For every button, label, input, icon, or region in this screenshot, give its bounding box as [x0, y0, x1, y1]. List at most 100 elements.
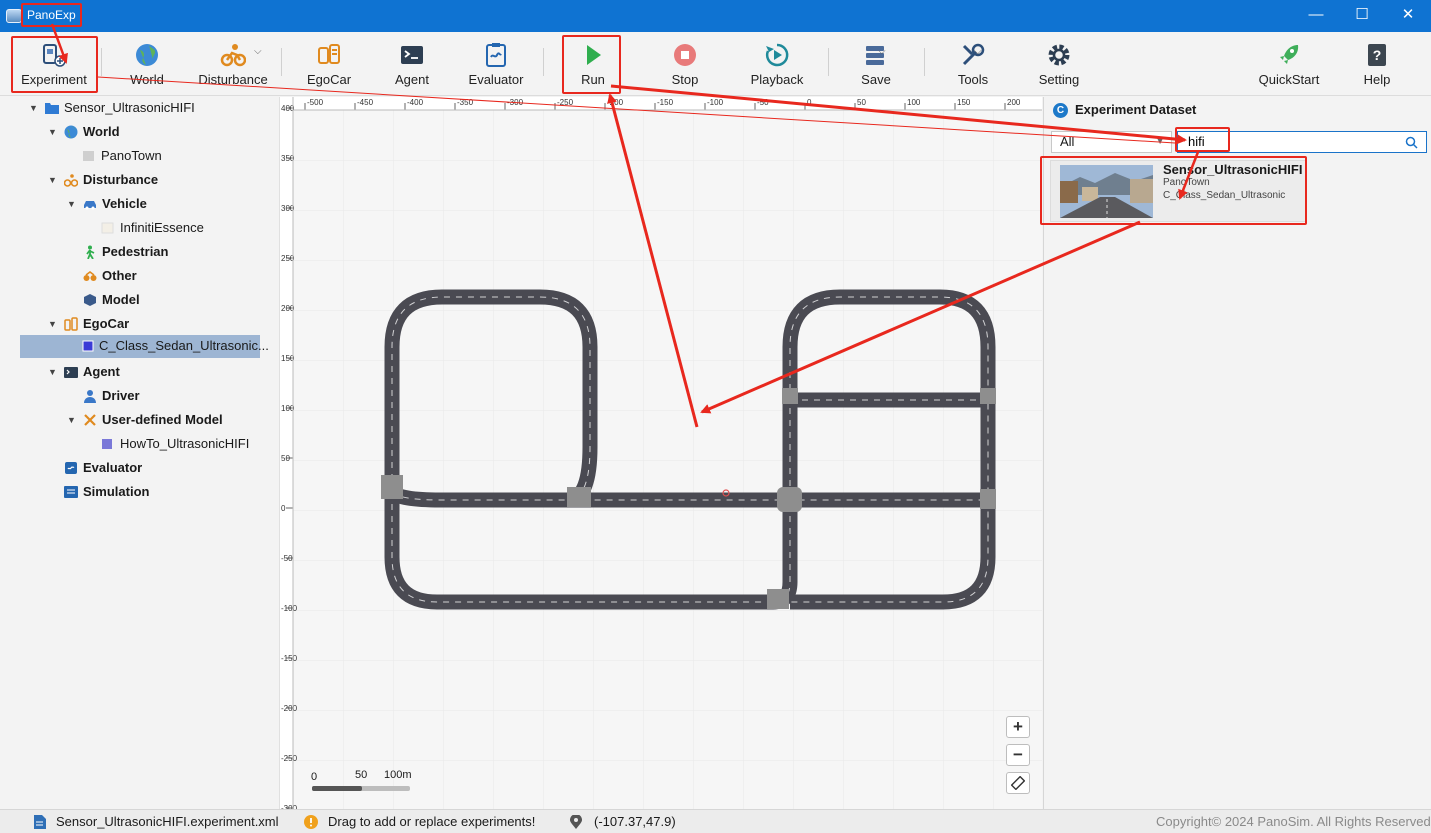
experiment-tree: ▼ Sensor_UltrasonicHIFI ▼ World PanoTown… [0, 97, 278, 809]
other-icon [83, 271, 97, 281]
tools-button[interactable]: ⌵ Tools [940, 32, 1006, 96]
svg-text:?: ? [1373, 47, 1382, 63]
window-title: PanoExp [27, 8, 76, 22]
egocar-icon [64, 317, 78, 331]
egocar-icon [318, 44, 340, 64]
road-main-horizontal [386, 486, 988, 508]
refresh-icon[interactable]: C [1053, 103, 1068, 118]
ruler-x-label: -500 [307, 98, 324, 107]
warning-icon [304, 815, 318, 829]
run-button[interactable]: Run [564, 32, 622, 96]
ruler-x-label: 200 [1007, 98, 1021, 107]
experiment-thumbnail [1060, 165, 1153, 218]
title-bar: PanoExp — ☐ ✕ [0, 0, 1431, 32]
agent-button[interactable]: Agent [377, 32, 447, 96]
disturbance-button[interactable]: ⌵ Disturbance [192, 32, 274, 96]
ruler-x-label: -200 [607, 98, 624, 107]
playback-button[interactable]: Playback [744, 32, 810, 96]
ruler-y-label: -150 [281, 654, 298, 663]
category-filter[interactable]: All ▼ [1051, 131, 1172, 153]
ruler-x-label: -50 [757, 98, 769, 107]
experiment-dataset-panel: C Experiment Dataset All ▼ Sensor_Ultras… [1043, 97, 1431, 809]
play-icon [587, 45, 601, 65]
scale-bar [312, 786, 410, 791]
grid [293, 110, 1042, 809]
status-bar: Sensor_UltrasonicHIFI.experiment.xml Dra… [0, 809, 1431, 833]
dataset-card[interactable]: Sensor_UltrasonicHIFI PanoTown C_Class_S… [1050, 160, 1306, 222]
ruler-y-label: -50 [281, 554, 293, 563]
ruler-y-label: 0 [281, 504, 286, 513]
scale-label-0: 0 [311, 771, 318, 783]
ruler-x-label: -100 [707, 98, 724, 107]
collapse-icon[interactable]: ▼ [29, 97, 41, 119]
chevron-down-icon: ⌵ [974, 46, 982, 57]
search-field[interactable] [1177, 131, 1427, 153]
junction [381, 475, 403, 499]
help-icon: ? [1368, 44, 1386, 66]
model-color-icon [102, 439, 112, 449]
search-input[interactable] [1188, 132, 1388, 151]
status-file: Sensor_UltrasonicHIFI.experiment.xml [56, 814, 279, 829]
collapse-icon[interactable]: ▼ [48, 169, 60, 191]
collapse-icon[interactable]: ▼ [48, 121, 60, 143]
experiment-button[interactable]: Experiment [14, 32, 94, 96]
maximize-button[interactable]: ☐ [1339, 0, 1385, 32]
map-icon [83, 151, 94, 161]
experiment-icon [43, 44, 66, 67]
ruler-x-label: 50 [857, 98, 866, 107]
search-icon[interactable] [1405, 136, 1418, 149]
zoom-out-button[interactable]: − [1006, 744, 1030, 766]
minimize-button[interactable]: — [1293, 0, 1339, 32]
junction [980, 489, 996, 509]
egocar-label: EgoCar [306, 72, 352, 87]
ruler-x-label: -150 [657, 98, 674, 107]
collapse-icon[interactable]: ▼ [67, 409, 79, 431]
help-label: Help [1363, 72, 1391, 87]
agent-icon [401, 46, 423, 64]
toolbar-separator [828, 48, 829, 76]
card-name: Sensor_UltrasonicHIFI [1163, 162, 1303, 177]
toolbar-separator [924, 48, 925, 76]
stop-button[interactable]: Stop [656, 32, 714, 96]
setting-button[interactable]: Setting [1030, 32, 1088, 96]
chevron-down-icon: ⌵ [878, 46, 886, 57]
close-button[interactable]: ✕ [1385, 0, 1431, 32]
ruler-x-label: -400 [407, 98, 424, 107]
egocar-button[interactable]: EgoCar [293, 32, 365, 96]
evaluator-label: Evaluator [468, 72, 524, 87]
zoom-in-button[interactable]: + [1006, 716, 1030, 738]
file-icon [34, 815, 46, 829]
vehicle-color-icon [101, 222, 114, 234]
run-label: Run [581, 72, 605, 87]
collapse-icon[interactable]: ▼ [48, 313, 60, 335]
pedestrian-icon [86, 245, 95, 259]
save-button[interactable]: ⌵ Save [845, 32, 907, 96]
road-network[interactable]: -500 -450 -400 -350 -300 -250 -200 -150 -100 -50 0… [280, 97, 1042, 809]
model-icon [84, 294, 96, 306]
ruler-tool-button[interactable] [1006, 772, 1030, 794]
evaluator-button[interactable]: Evaluator [460, 32, 532, 96]
help-button[interactable]: ? Help [1350, 32, 1404, 96]
ruler-y-label: -100 [281, 604, 298, 613]
disturbance-icon [220, 44, 246, 67]
ruler-x-label: 0 [807, 98, 812, 107]
disturbance-icon [64, 174, 78, 187]
world-label: World [130, 72, 164, 87]
world-button[interactable]: World [112, 32, 182, 96]
toolbar-separator [281, 48, 282, 76]
card-map: PanoTown [1163, 177, 1210, 188]
tools-icon [962, 43, 985, 66]
ruler-x-label: -300 [507, 98, 524, 107]
simulation-icon [64, 486, 78, 498]
playback-icon [765, 43, 789, 67]
setting-label: Setting [1038, 72, 1080, 87]
map-canvas[interactable]: -500 -450 -400 -350 -300 -250 -200 -150 -100 -50 0… [279, 97, 1042, 809]
ruler-x: -500 -450 -400 -350 -300 -250 -200 -150 -100 -50 0… [280, 97, 1042, 111]
collapse-icon[interactable]: ▼ [67, 193, 79, 215]
main-toolbar: Experiment World ⌵ Disturbance EgoCar Ag… [0, 32, 1431, 96]
collapse-icon[interactable]: ▼ [48, 361, 60, 383]
quickstart-button[interactable]: QuickStart [1252, 32, 1326, 96]
tree-item-egocar-selected[interactable]: C_Class_Sedan_Ultrasonic... [20, 335, 269, 358]
quickstart-label: QuickStart [1258, 72, 1320, 87]
ruler-x-label: 100 [907, 98, 921, 107]
